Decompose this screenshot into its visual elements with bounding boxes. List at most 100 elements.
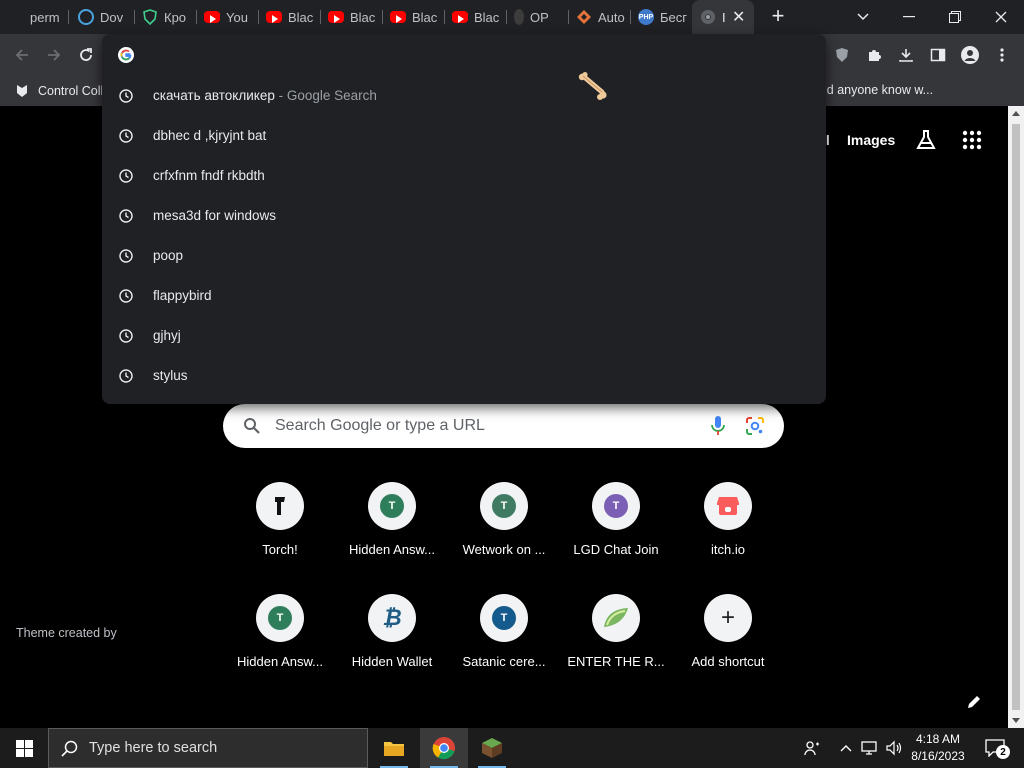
tab[interactable]: Auto <box>576 0 628 34</box>
shortcut-label: Satanic cere... <box>462 654 546 669</box>
restore-button[interactable] <box>932 0 978 34</box>
tab[interactable]: perm <box>14 0 66 34</box>
tab-search-chevron-icon[interactable] <box>840 0 886 34</box>
download-icon <box>78 9 94 25</box>
microphone-icon[interactable] <box>710 415 726 437</box>
labs-flask-icon[interactable] <box>914 128 938 152</box>
address-bar-input[interactable] <box>102 34 826 100</box>
more-menu-icon[interactable] <box>990 43 1014 67</box>
chevron-up-icon[interactable] <box>836 738 856 758</box>
tab[interactable]: OP <box>514 0 566 34</box>
clock-date: 8/16/2023 <box>911 749 965 763</box>
minimize-button[interactable] <box>886 0 932 34</box>
shortcut-tile[interactable]: ₿ Hidden Wallet <box>336 594 448 694</box>
scroll-up-arrow-icon[interactable] <box>1012 111 1020 116</box>
tab[interactable]: Blac <box>328 0 380 34</box>
notification-count-badge: 2 <box>996 745 1010 759</box>
customize-pencil-icon[interactable] <box>958 686 990 718</box>
suggestion-item[interactable]: poop <box>102 236 826 276</box>
new-tab-button[interactable]: + <box>766 4 790 28</box>
add-shortcut-button[interactable]: + Add shortcut <box>672 594 784 694</box>
close-tab-icon[interactable]: ✕ <box>732 7 745 27</box>
minecraft-button[interactable] <box>468 728 516 768</box>
grass-block-icon <box>482 738 502 758</box>
tab-strip: perm Dov Кро You Blac Blac Blac Blac OP <box>0 0 1024 34</box>
history-clock-icon <box>119 289 133 303</box>
bookmark-item[interactable]: id anyone know w... <box>824 83 933 97</box>
shortcut-tile[interactable]: itch.io <box>672 482 784 582</box>
taskbar-search-input[interactable]: Type here to search <box>48 728 368 768</box>
suggestion-item[interactable]: flappybird <box>102 276 826 316</box>
tab[interactable]: Кро <box>142 0 192 34</box>
apps-grid-icon[interactable] <box>962 130 982 150</box>
download-icon[interactable] <box>894 43 918 67</box>
tab-title: Blac <box>288 9 314 25</box>
tab[interactable]: Blac <box>390 0 442 34</box>
clock-time: 4:18 AM <box>915 732 961 746</box>
suggestion-text: flappybird <box>153 288 212 303</box>
ublock-icon[interactable] <box>830 43 854 67</box>
suggestion-item[interactable]: gjhyj <box>102 316 826 356</box>
shortcut-tile[interactable]: ENTER THE R... <box>560 594 672 694</box>
taskbar-clock[interactable]: 4:18 AM 8/16/2023 <box>898 731 978 765</box>
profile-avatar-icon[interactable] <box>958 43 982 67</box>
scrollbar-thumb[interactable] <box>1012 124 1020 710</box>
history-clock-icon <box>119 329 133 343</box>
bitcoin-icon: ₿ <box>368 594 416 642</box>
suggestion-item[interactable]: crfxfnm fndf rkbdth <box>102 156 826 196</box>
suggestion-text-wrap: скачать автокликер - Google Search <box>153 88 377 103</box>
shortcut-tile[interactable]: T Wetwork on ... <box>448 482 560 582</box>
network-icon[interactable] <box>860 738 880 758</box>
close-window-button[interactable] <box>978 0 1024 34</box>
shortcut-label: Hidden Wallet <box>351 654 433 669</box>
search-icon <box>244 418 260 434</box>
bookmark-label: Control Coll <box>38 84 104 98</box>
suggestion-item[interactable]: stylus <box>102 356 826 396</box>
shortcut-tile[interactable]: T LGD Chat Join <box>560 482 672 582</box>
scroll-down-arrow-icon[interactable] <box>1012 718 1020 723</box>
tab-title: Кро <box>164 9 187 25</box>
notification-center-icon[interactable]: 2 <box>982 738 1010 759</box>
youtube-icon <box>204 11 220 23</box>
tab[interactable]: Dov <box>78 0 130 34</box>
tab[interactable]: Blac <box>452 0 504 34</box>
bookmark-label: id anyone know w... <box>824 83 934 97</box>
page-scrollbar[interactable] <box>1008 106 1024 728</box>
people-icon[interactable] <box>802 738 822 758</box>
windows-taskbar: Type here to search 4:18 AM 8/16/2023 2 <box>0 728 1024 768</box>
forward-button[interactable] <box>42 43 66 67</box>
plus-glyph: + <box>720 604 735 631</box>
start-button[interactable] <box>0 728 48 768</box>
file-explorer-button[interactable] <box>370 728 418 768</box>
google-lens-icon[interactable] <box>745 416 765 436</box>
back-button[interactable] <box>10 43 34 67</box>
shortcut-tile[interactable]: Torch! <box>224 482 336 582</box>
bookmark-control-collection[interactable]: Control Coll <box>14 83 103 99</box>
letter-icon: T <box>592 482 640 530</box>
youtube-icon <box>390 11 406 23</box>
side-panel-icon[interactable] <box>926 43 950 67</box>
tab[interactable]: Blac <box>266 0 318 34</box>
tab-title: Blac <box>412 9 438 25</box>
tab-active[interactable]: I ✕ <box>692 0 754 34</box>
search-input[interactable]: Search Google or type a URL <box>223 404 784 448</box>
tab-title: Dov <box>100 9 124 25</box>
suggestion-item[interactable]: mesa3d for windows <box>102 196 826 236</box>
suggestion-item[interactable]: скачать автокликер - Google Search <box>102 76 826 116</box>
tab[interactable]: You <box>204 0 256 34</box>
letter-icon: T <box>256 594 304 642</box>
torch-icon <box>256 482 304 530</box>
shortcut-tile[interactable]: T Hidden Answ... <box>336 482 448 582</box>
shortcut-tile[interactable]: T Hidden Answ... <box>224 594 336 694</box>
reload-button[interactable] <box>74 43 98 67</box>
shortcut-tile[interactable]: T Satanic cere... <box>448 594 560 694</box>
tab-title: Auto <box>598 9 625 25</box>
history-clock-icon <box>119 89 133 103</box>
chrome-taskbar-button[interactable] <box>420 728 468 768</box>
history-clock-icon <box>119 369 133 383</box>
extensions-icon[interactable] <box>862 43 886 67</box>
suggestion-item[interactable]: dbhec d ,kjryjnt bat <box>102 116 826 156</box>
images-link[interactable]: Images <box>847 132 895 148</box>
tab[interactable]: PHP Бесг <box>638 0 690 34</box>
shortcut-label: Wetwork on ... <box>462 542 546 557</box>
